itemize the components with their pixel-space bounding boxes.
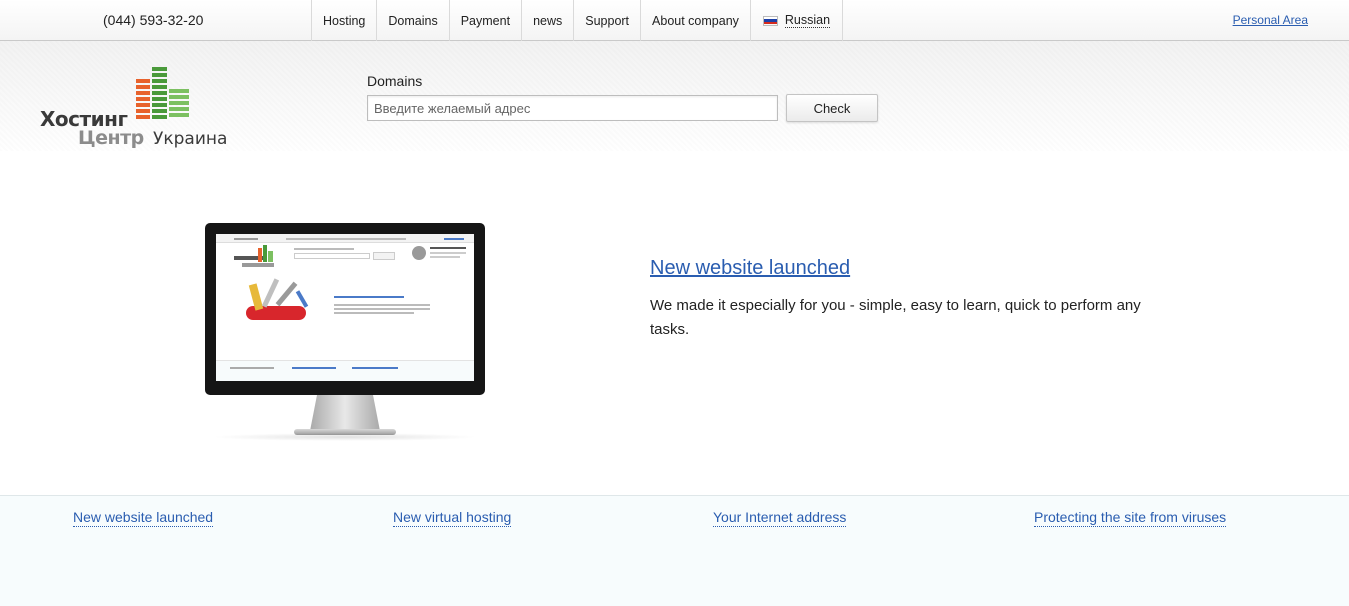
nav-about-company[interactable]: About company (641, 0, 751, 41)
personal-area-link[interactable]: Personal Area (1233, 13, 1308, 27)
nav-hosting[interactable]: Hosting (312, 0, 378, 41)
hero-title-link[interactable]: New website launched (650, 257, 850, 280)
domains-label: Domains (367, 73, 423, 89)
phone-number: (044) 593-32-20 (103, 12, 204, 28)
nav-domains[interactable]: Domains (377, 0, 450, 41)
main-nav: Hosting Domains Payment news Support Abo… (311, 0, 844, 41)
footer: New website launched New virtual hosting… (0, 495, 1349, 606)
domain-search-input[interactable] (367, 95, 778, 121)
monitor-frame (205, 223, 485, 395)
monitor-stand (310, 395, 380, 431)
check-button[interactable]: Check (786, 94, 878, 122)
footer-link-virus-protection[interactable]: Protecting the site from viruses (1034, 509, 1227, 527)
monitor-screen (216, 234, 474, 381)
language-label: Russian (784, 13, 831, 28)
footer-link-virtual-hosting[interactable]: New virtual hosting (393, 509, 512, 527)
top-bar: (044) 593-32-20 Hosting Domains Payment … (0, 0, 1349, 41)
logo-text-center: Центр (78, 127, 144, 149)
logo[interactable]: Хостинг Центр Украина (40, 67, 230, 151)
logo-text-ukraine: Украина (153, 129, 228, 149)
buildings-logo-icon (136, 67, 189, 119)
footer-link-new-website[interactable]: New website launched (73, 509, 214, 527)
hero-description: We made it especially for you - simple, … (650, 297, 1141, 338)
language-selector[interactable]: Russian (751, 0, 844, 41)
nav-news[interactable]: news (522, 0, 575, 41)
nav-payment[interactable]: Payment (450, 0, 523, 41)
header-band: Хостинг Центр Украина Domains Check (0, 41, 1349, 151)
monitor-screenshot (202, 221, 488, 443)
footer-link-internet-address[interactable]: Your Internet address (713, 509, 847, 527)
nav-support[interactable]: Support (574, 0, 642, 41)
russia-flag-icon (762, 15, 778, 26)
